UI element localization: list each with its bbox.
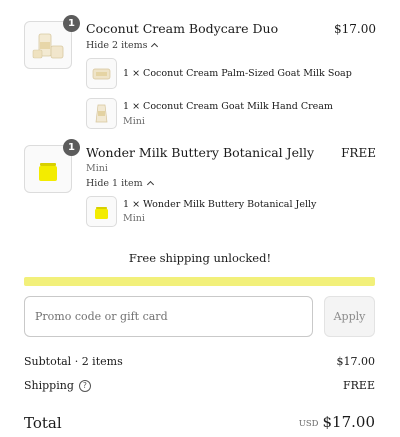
sub-item-variant: Mini xyxy=(123,213,145,224)
sub-item-title: 1 × Wonder Milk Buttery Botanical Jelly xyxy=(123,199,317,210)
hide-items-toggle[interactable]: Hide 2 items xyxy=(86,40,159,51)
chevron-up-icon xyxy=(146,180,154,189)
total-label: Total xyxy=(24,414,62,432)
sub-item-title: 1 × Coconut Cream Palm-Sized Goat Milk S… xyxy=(123,68,352,79)
sub-item-thumbnail-hand-cream xyxy=(86,98,117,129)
toggle-label: Hide 2 items xyxy=(86,40,148,51)
shipping-row: Shipping? xyxy=(24,379,91,393)
total-amount: USD $17.00 xyxy=(299,413,375,431)
line-item-coconut-duo: 1 Coconut Cream Bodycare Duo $17.00 Hide… xyxy=(24,15,376,135)
total-value: $17.00 xyxy=(322,413,376,431)
free-shipping-progress-bar xyxy=(24,277,375,286)
subtotal-label: Subtotal · 2 items xyxy=(24,355,123,368)
free-shipping-message: Free shipping unlocked! xyxy=(128,251,272,265)
product-variant: Mini xyxy=(86,163,108,174)
help-icon[interactable]: ? xyxy=(78,380,91,392)
sub-item-title: 1 × Coconut Cream Goat Milk Hand Cream xyxy=(123,101,333,112)
hand-cream-image-icon xyxy=(95,104,108,123)
sub-item-variant: Mini xyxy=(123,116,145,127)
subtotal-value: $17.00 xyxy=(336,355,376,368)
sub-item-thumbnail-soap xyxy=(86,58,117,89)
product-title: Coconut Cream Bodycare Duo xyxy=(86,21,279,36)
hide-items-toggle[interactable]: Hide 1 item xyxy=(86,178,154,189)
sub-item-thumbnail-jelly xyxy=(86,196,117,227)
soap-image-icon xyxy=(92,68,111,80)
apply-button[interactable]: Apply xyxy=(324,296,375,337)
toggle-label: Hide 1 item xyxy=(86,178,143,189)
quantity-badge: 1 xyxy=(63,139,80,156)
chevron-up-icon xyxy=(151,42,159,51)
shipping-value: FREE xyxy=(343,379,375,392)
promo-code-input[interactable] xyxy=(24,296,313,337)
currency-code: USD xyxy=(298,419,319,429)
shipping-label: Shipping xyxy=(24,379,74,392)
product-price: FREE xyxy=(341,146,376,160)
jelly-image-icon xyxy=(95,207,108,219)
quantity-badge: 1 xyxy=(63,15,80,32)
line-item-wonder-milk-jelly: 1 Wonder Milk Buttery Botanical Jelly FR… xyxy=(24,139,376,234)
product-price: $17.00 xyxy=(334,22,376,36)
product-title: Wonder Milk Buttery Botanical Jelly xyxy=(86,145,315,160)
